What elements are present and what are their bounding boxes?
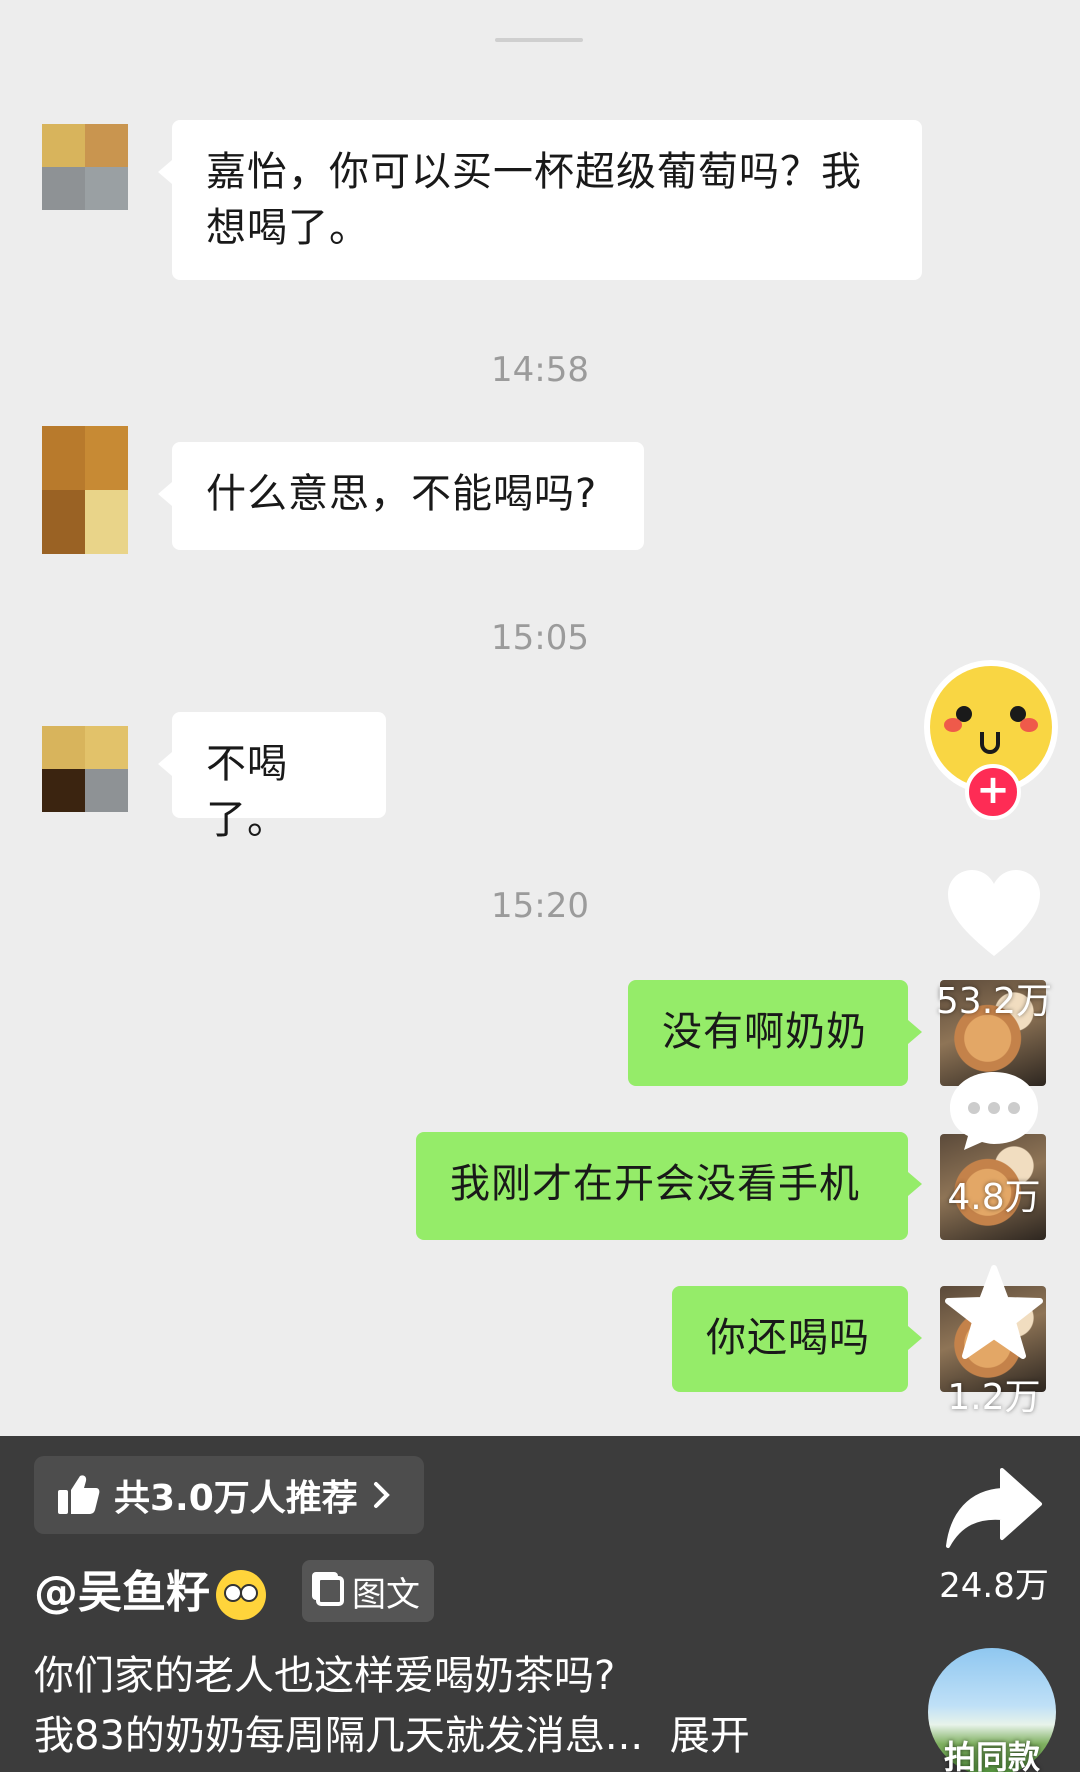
grandma-avatar[interactable] (42, 726, 128, 812)
timestamp: 15:05 (491, 618, 589, 658)
share-count: 24.8万 (939, 1566, 1049, 1606)
message-text: 你还喝吗 (706, 1315, 870, 1361)
author-name[interactable]: @吴鱼籽 (34, 1556, 266, 1620)
image-text-tag[interactable]: 图文 (302, 1560, 434, 1622)
timestamp: 15:20 (491, 886, 589, 926)
description-line: 你们家的老人也这样爱喝奶茶吗? (34, 1653, 616, 1699)
follow-button[interactable]: + (965, 764, 1021, 820)
author-handle: @吴鱼籽 (34, 1567, 210, 1618)
timestamp: 14:58 (491, 350, 589, 390)
message-text: 不喝了。 (206, 741, 288, 843)
drag-handle[interactable] (495, 38, 583, 42)
message-bubble[interactable]: 什么意思，不能喝吗? (158, 442, 644, 550)
heart-icon[interactable] (944, 868, 1044, 960)
like-count: 53.2万 (935, 981, 1053, 1022)
grandma-avatar[interactable] (42, 426, 128, 554)
message-text: 什么意思，不能喝吗? (206, 471, 598, 517)
thumbs-up-icon (58, 1475, 100, 1514)
message-bubble[interactable]: 没有啊奶奶 (628, 980, 922, 1086)
tag-label: 图文 (352, 1574, 420, 1615)
comment-icon[interactable] (946, 1068, 1042, 1154)
favorite-count: 1.2万 (947, 1377, 1041, 1418)
description-line: 我83的奶奶每周隔几天就发消息... 展开 (34, 1708, 750, 1764)
same-style-label[interactable]: 拍同款 (928, 1732, 1056, 1772)
recommend-label: 共3.0万人推荐 (114, 1478, 358, 1519)
grandma-avatar[interactable] (42, 124, 128, 210)
recommend-button[interactable]: 共3.0万人推荐 (34, 1456, 424, 1534)
message-bubble[interactable]: 你还喝吗 (672, 1286, 922, 1392)
video-info-panel: 共3.0万人推荐 @吴鱼籽 图文 你们家的老人也这样爱喝奶茶吗? 我83的奶奶每… (0, 1436, 1080, 1772)
expand-link[interactable]: 展开 (670, 1713, 750, 1759)
gallery-icon (316, 1576, 344, 1606)
message-bubble[interactable]: 嘉怡，你可以买一杯超级葡萄吗？我想喝了。 (158, 120, 922, 280)
star-icon[interactable] (944, 1264, 1044, 1360)
description-text: 我83的奶奶每周隔几天就发消息... (34, 1713, 644, 1759)
message-bubble[interactable]: 不喝了。 (158, 712, 386, 843)
message-text: 没有啊奶奶 (662, 1009, 867, 1055)
comment-count: 4.8万 (947, 1177, 1041, 1218)
share-icon[interactable] (944, 1466, 1044, 1552)
eye-roll-emoji-icon (216, 1570, 266, 1620)
chevron-right-icon (373, 1482, 390, 1508)
message-bubble[interactable]: 我刚才在开会没看手机 (416, 1132, 922, 1240)
message-text: 嘉怡，你可以买一杯超级葡萄吗？我想喝了。 (206, 149, 862, 251)
message-text: 我刚才在开会没看手机 (450, 1161, 860, 1207)
